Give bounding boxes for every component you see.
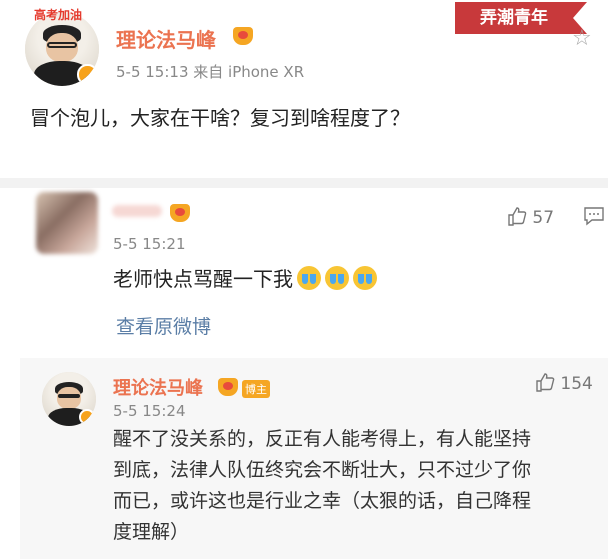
watermark-badge: 弄潮青年 <box>455 2 587 34</box>
comment-like-button[interactable]: 57 <box>507 206 554 228</box>
blogger-reply: 理论法马峰 博主 5-5 15:24 154 醒不了没关系的，反正有人能考得上，… <box>20 358 608 559</box>
comment-like-count: 57 <box>532 208 555 228</box>
reply-author-avatar[interactable] <box>42 372 96 426</box>
commenter-name[interactable] <box>112 205 162 217</box>
comment-content: 老师快点骂醒一下我 <box>113 263 377 292</box>
author-avatar[interactable] <box>25 12 99 86</box>
crying-emoji-icon <box>297 266 321 290</box>
crown-icon <box>170 204 190 222</box>
crying-emoji-icon <box>353 266 377 290</box>
reply-line-1: 醒不了没关系的，反正有人能考得上，有人能坚持 <box>113 428 532 450</box>
comment-icon[interactable] <box>583 206 605 226</box>
star-icon[interactable]: ☆ <box>572 26 592 51</box>
reply-line-4: 度理解） <box>113 521 190 543</box>
post-content: 冒个泡儿，大家在干啥？复习到啥程度了？ <box>30 106 410 130</box>
reply-like-count: 154 <box>560 374 593 394</box>
verified-icon <box>77 64 98 85</box>
divider <box>0 178 608 188</box>
reply-time: 5-5 15:24 <box>113 402 186 420</box>
thumb-up-icon <box>536 373 555 392</box>
reply-author-name[interactable]: 理论法马峰 <box>113 374 203 400</box>
view-original-link[interactable]: 查看原微博 <box>116 312 211 339</box>
reply-like-button[interactable]: 154 <box>535 372 593 394</box>
verified-icon <box>79 409 95 425</box>
comment-time: 5-5 15:21 <box>113 235 186 253</box>
crown-icon <box>218 378 238 396</box>
commenter-avatar[interactable] <box>36 192 98 254</box>
reply-line-2: 到底，法律人队伍终究会不断壮大，只不过少了你 <box>113 459 532 481</box>
avatar-brush-text: 高考加油 <box>34 8 83 22</box>
crown-icon <box>233 27 253 45</box>
blogger-badge: 博主 <box>242 380 270 398</box>
thumb-up-icon <box>508 207 527 226</box>
comment-text: 老师快点骂醒一下我 <box>113 267 293 291</box>
reply-line-3: 而已，或许这也是行业之幸（太狠的话，自己降程 <box>113 490 532 512</box>
post-meta: 5-5 15:13 来自 iPhone XR <box>116 63 305 81</box>
crying-emoji-icon <box>325 266 349 290</box>
post-author-name[interactable]: 理论法马峰 <box>116 24 216 53</box>
